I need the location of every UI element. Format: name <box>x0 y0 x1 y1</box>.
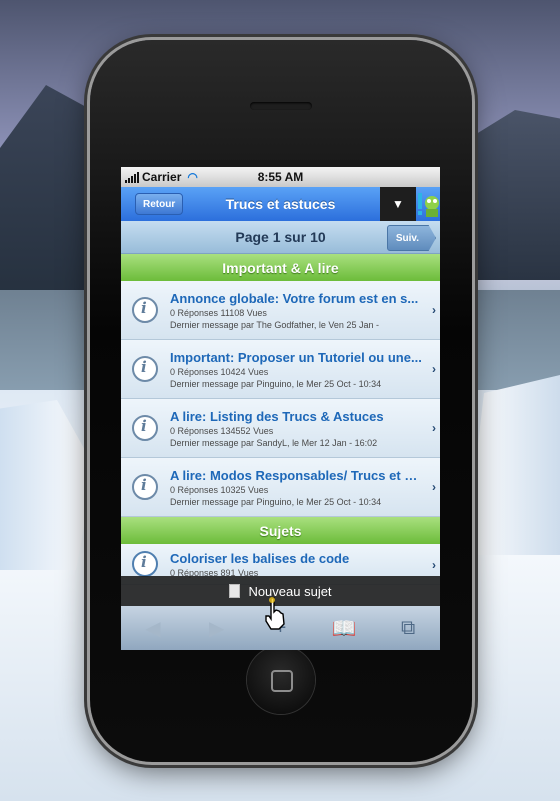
topic-last-post: Dernier message par The Godfather, le Ve… <box>170 319 379 330</box>
info-icon <box>132 415 158 441</box>
chevron-right-icon: › <box>432 421 436 435</box>
topic-row[interactable]: A lire: Modos Responsables/ Trucs et a..… <box>121 458 440 517</box>
nav-bar: Retour Trucs et astuces ▼ <box>121 187 440 221</box>
chevron-right-icon: › <box>432 480 436 494</box>
home-button[interactable] <box>247 646 315 714</box>
status-time: 8:55 AM <box>257 170 304 184</box>
info-icon <box>132 356 158 382</box>
topic-last-post: Dernier message par Pinguino, le Mer 25 … <box>170 496 382 507</box>
back-arrow-icon[interactable]: ◀ <box>133 616 173 641</box>
next-page-button[interactable]: Suiv. <box>386 225 436 251</box>
hand-cursor-icon <box>265 597 285 630</box>
topic-row[interactable]: Important: Proposer un Tutoriel ou une..… <box>121 340 440 399</box>
speaker-grille <box>250 102 312 110</box>
section-header-important: Important & A lire <box>121 254 440 281</box>
back-button[interactable]: Retour <box>135 193 184 215</box>
chevron-right-icon: › <box>432 303 436 317</box>
pages-icon[interactable]: ⧉ <box>388 617 428 640</box>
page-indicator: Page 1 sur 10 <box>235 229 326 245</box>
home-square-icon <box>271 670 293 692</box>
info-icon <box>132 474 158 500</box>
topic-stats: 0 Réponses 10424 Vues <box>170 366 269 377</box>
chevron-right-icon: › <box>432 362 436 376</box>
topic-stats: 0 Réponses 10325 Vues <box>170 484 269 495</box>
info-icon <box>132 297 158 323</box>
robot-mascot-icon <box>418 193 439 217</box>
page-title: Trucs et astuces <box>225 196 336 212</box>
topic-title: Important: Proposer un Tutoriel ou une..… <box>170 349 422 365</box>
topic-stats: 0 Réponses 134552 Vues <box>170 425 274 436</box>
topic-row[interactable]: Annonce globale: Votre forum est en s...… <box>121 281 440 340</box>
topic-icon <box>132 551 158 577</box>
chevron-right-icon: › <box>432 558 436 572</box>
topic-stats: 0 Réponses 11108 Vues <box>170 307 267 318</box>
document-icon <box>229 584 241 598</box>
topic-title: Annonce globale: Votre forum est en s... <box>170 290 419 306</box>
mountain-right <box>460 110 560 280</box>
phone-screen: Carrier ◠ 8:55 AM Retour Trucs et astuce… <box>121 167 440 650</box>
new-topic-label: Nouveau sujet <box>248 583 332 599</box>
status-bar: Carrier ◠ 8:55 AM <box>121 167 440 187</box>
menu-dropdown-icon[interactable]: ▼ <box>380 187 416 221</box>
section-header-topics: Sujets <box>121 517 440 544</box>
topic-row[interactable]: A lire: Listing des Trucs & Astuces 0 Ré… <box>121 399 440 458</box>
topic-last-post: Dernier message par Pinguino, le Mer 25 … <box>170 378 382 389</box>
topic-title: A lire: Listing des Trucs & Astuces <box>170 408 384 424</box>
topic-last-post: Dernier message par SandyL, le Mer 12 Ja… <box>170 437 378 448</box>
forward-arrow-icon[interactable]: ▶ <box>197 616 237 641</box>
bookmarks-icon[interactable]: 📖 <box>324 616 364 641</box>
topic-title: A lire: Modos Responsables/ Trucs et a..… <box>170 467 422 483</box>
topic-title: Coloriser les balises de code <box>170 550 350 566</box>
pager-bar: Page 1 sur 10 Suiv. <box>121 221 440 254</box>
